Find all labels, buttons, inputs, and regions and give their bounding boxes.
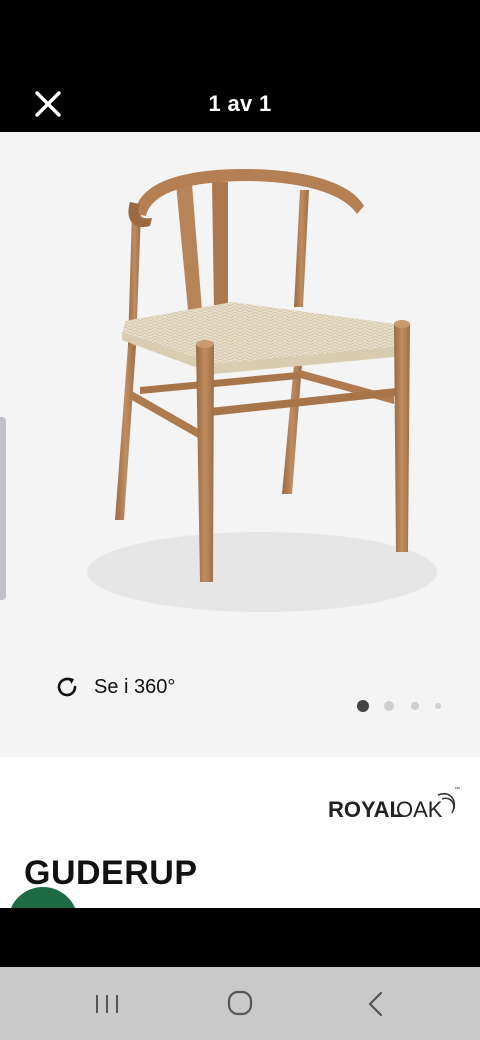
- page-dot[interactable]: [435, 703, 441, 709]
- page-dot-active[interactable]: [357, 700, 369, 712]
- brand-logo-part2: OAK: [396, 797, 443, 822]
- system-navigation-bar: [0, 967, 480, 1040]
- brand-logo: ROYAL OAK ™: [328, 786, 460, 822]
- page-dot[interactable]: [411, 702, 419, 710]
- view-360-label: Se i 360°: [94, 675, 176, 698]
- page-dot[interactable]: [384, 701, 394, 711]
- edge-panel-handle[interactable]: [0, 417, 6, 600]
- recents-button[interactable]: [87, 987, 127, 1021]
- top-bar: 1 av 1: [0, 0, 480, 132]
- back-button[interactable]: [355, 987, 395, 1021]
- image-counter: 1 av 1: [208, 91, 272, 116]
- home-button[interactable]: [220, 987, 260, 1021]
- product-image-gallery[interactable]: Se i 360°: [0, 132, 480, 757]
- product-photo-chair: [87, 168, 437, 612]
- view-360-button[interactable]: Se i 360°: [54, 671, 175, 703]
- brand-logo-tm: ™: [454, 786, 460, 793]
- product-info: ROYAL OAK ™ GUDERUP: [0, 757, 480, 908]
- brand-logo-part1: ROYAL: [328, 797, 403, 822]
- page-indicator: [355, 699, 455, 713]
- rotate-icon: [57, 677, 77, 697]
- recents-icon: [96, 995, 118, 1013]
- bottom-spacer: [0, 908, 480, 967]
- home-icon: [227, 990, 253, 1016]
- back-icon: [368, 991, 383, 1017]
